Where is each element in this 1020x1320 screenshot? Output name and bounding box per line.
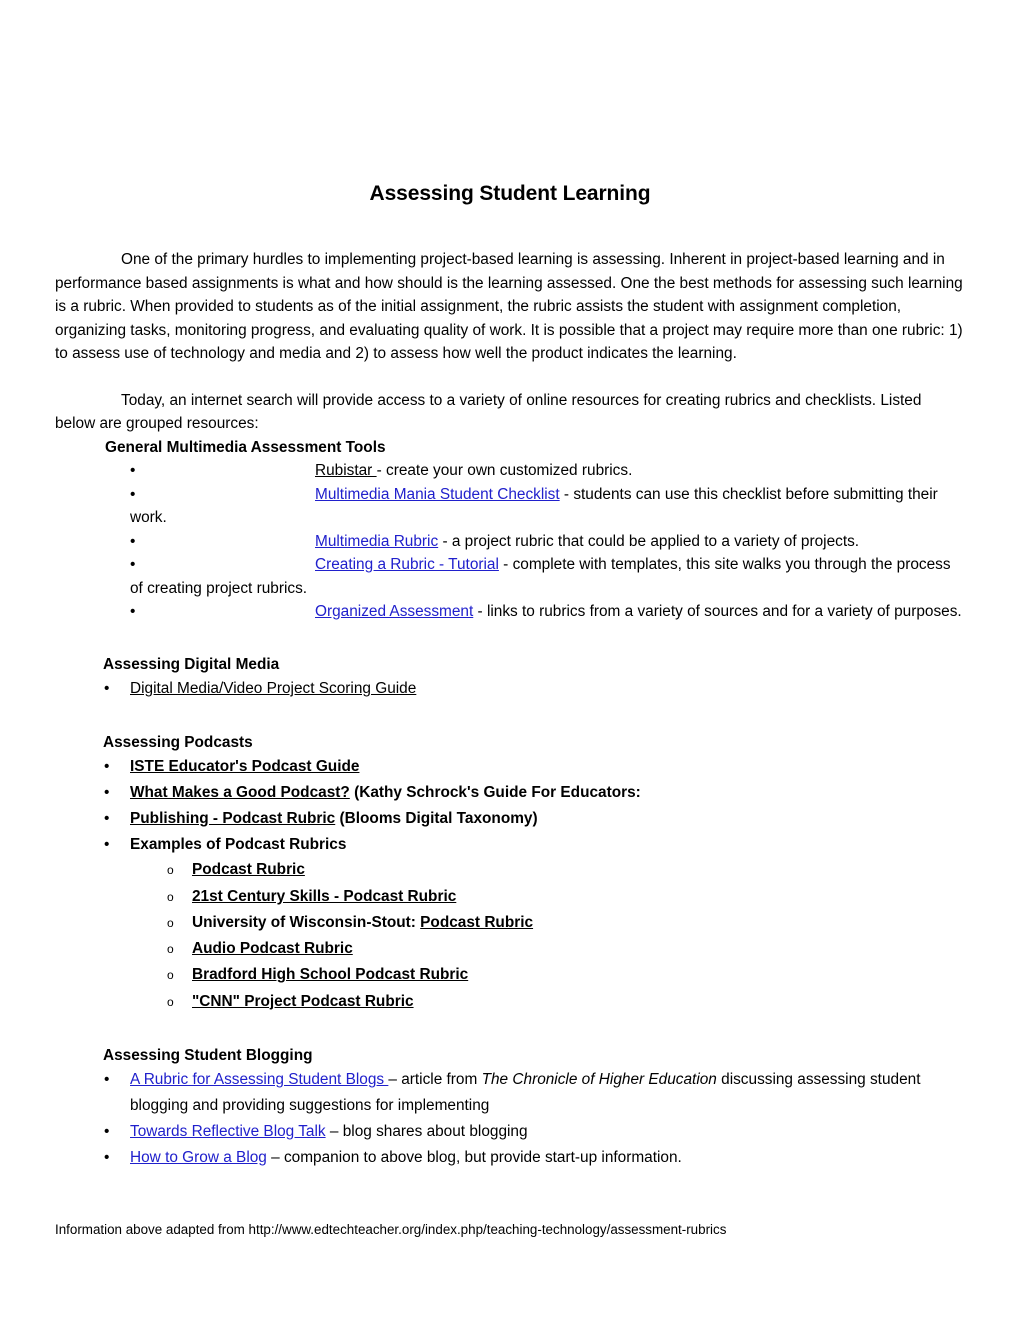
link-a-rubric-for-assessing-student-blogs[interactable]: A Rubric for Assessing Student Blogs [130,1071,388,1088]
section-heading-general-multimedia: General Multimedia Assessment Tools [105,438,386,456]
list-item: o Podcast Rubric [167,857,965,883]
list-digital-media: • Digital Media/Video Project Scoring Gu… [55,676,965,702]
list-item: o Bradford High School Podcast Rubric [167,962,965,988]
intro-paragraph-2: Today, an internet search will provide a… [55,391,922,433]
list-item: o "CNN" Project Podcast Rubric [167,989,965,1015]
link-podcast-rubric[interactable]: Podcast Rubric [192,861,305,878]
list-item-text: Organized Assessment - links to rubrics … [130,600,965,624]
sub-bullet-icon: o [167,942,174,957]
list-item: o Audio Podcast Rubric [167,936,965,962]
list-podcasts: • ISTE Educator's Podcast Guide • What M… [55,754,965,857]
bullet-icon: • [130,485,136,503]
list-student-blogging: • A Rubric for Assessing Student Blogs –… [55,1067,965,1170]
link-how-to-grow-a-blog[interactable]: How to Grow a Blog [130,1149,267,1166]
section-heading-digital-media: Assessing Digital Media [103,655,280,673]
list-item: • Towards Reflective Blog Talk – blog sh… [104,1119,965,1145]
list-item-text: Rubistar - create your own customized ru… [130,459,965,483]
list-item-description-pre: – article from [388,1071,482,1089]
document-body: One of the primary hurdles to implementi… [55,206,965,1170]
link-multimedia-mania-student-checklist[interactable]: Multimedia Mania Student Checklist [315,486,560,503]
link-towards-reflective-blog-talk[interactable]: Towards Reflective Blog Talk [130,1123,326,1140]
section-heading-student-blogging: Assessing Student Blogging [103,1046,313,1064]
list-item: • Publishing - Podcast Rubric (Blooms Di… [104,806,965,832]
list-item-description: - links to rubrics from a variety of sou… [473,603,962,620]
list-item-text: Creating a Rubric - Tutorial - complete … [130,553,965,600]
list-item: • How to Grow a Blog – companion to abov… [104,1145,965,1171]
list-item-description: (Kathy Schrock's Guide For Educators: [349,784,641,802]
list-item: • Creating a Rubric - Tutorial - complet… [130,553,965,600]
bullet-icon: • [104,1148,110,1166]
link-cnn-project-podcast-rubric[interactable]: "CNN" Project Podcast Rubric [192,993,414,1010]
list-general-multimedia: • Rubistar - create your own customized … [55,459,965,624]
link-digital-media-video-project-scoring-guide[interactable]: Digital Media/Video Project Scoring Guid… [130,680,416,697]
link-iste-educators-podcast-guide[interactable]: ISTE Educator's Podcast Guide [130,758,359,775]
link-what-makes-a-good-podcast[interactable]: What Makes a Good Podcast? [130,784,350,801]
bullet-icon: • [104,758,110,776]
link-publishing-podcast-rubric[interactable]: Publishing - Podcast Rubric [130,810,335,827]
bullet-icon: • [104,835,110,853]
list-item: • Rubistar - create your own customized … [130,459,965,483]
bullet-icon: • [104,680,110,697]
list-item-description: - create your own customized rubrics. [376,462,633,479]
link-21st-century-skills-podcast-rubric[interactable]: 21st Century Skills - Podcast Rubric [192,888,456,905]
bullet-icon: • [104,1071,110,1089]
bullet-icon: • [130,556,136,573]
source-attribution: Information above adapted from http://ww… [55,1222,727,1237]
list-item: • Digital Media/Video Project Scoring Gu… [104,676,965,702]
publication-name: The Chronicle of Higher Education [481,1071,717,1089]
list-item-text: Multimedia Mania Student Checklist - stu… [130,483,965,530]
bullet-icon: • [104,1122,110,1140]
document-page: Assessing Student Learning One of the pr… [0,0,1020,1320]
link-rubistar[interactable]: Rubistar [315,462,377,479]
list-item: o 21st Century Skills - Podcast Rubric [167,884,965,910]
sub-bullet-icon: o [167,915,174,930]
sub-bullet-icon: o [167,889,174,904]
link-label: How to Grow a Blog [130,1148,267,1166]
link-multimedia-rubric[interactable]: Multimedia Rubric [315,533,438,550]
sub-bullet-icon: o [167,994,174,1009]
list-item: • A Rubric for Assessing Student Blogs –… [104,1067,965,1119]
link-audio-podcast-rubric[interactable]: Audio Podcast Rubric [192,940,353,957]
list-podcast-rubric-examples: o Podcast Rubric o 21st Century Skills -… [55,857,965,1014]
link-bradford-high-school-podcast-rubric[interactable]: Bradford High School Podcast Rubric [192,966,468,983]
sub-bullet-icon: o [167,968,174,983]
list-item-description: – companion to above blog, but provide s… [266,1148,682,1166]
list-item: • What Makes a Good Podcast? (Kathy Schr… [104,780,965,806]
list-item: • Organized Assessment - links to rubric… [130,600,965,624]
list-item-description: - complete with templates, this site wal… [130,556,951,597]
list-item: o University of Wisconsin-Stout: Podcast… [167,910,965,936]
link-organized-assessment[interactable]: Organized Assessment [315,603,473,620]
bullet-icon: • [104,784,110,802]
list-item-prefix: University of Wisconsin-Stout: [192,913,421,931]
list-item: • Multimedia Mania Student Checklist - s… [130,483,965,530]
list-item-description: - a project rubric that could be applied… [438,532,860,550]
bullet-icon: • [104,809,110,827]
bullet-icon: • [130,462,136,479]
intro-paragraph-1: One of the primary hurdles to implementi… [55,251,963,362]
list-item-label-examples-of-podcast-rubrics: Examples of Podcast Rubrics [130,835,347,853]
link-creating-a-rubric-tutorial[interactable]: Creating a Rubric - Tutorial [315,556,499,573]
list-item-description: (Blooms Digital Taxonomy) [335,809,538,827]
list-item-description: – blog shares about blogging [325,1122,528,1140]
sub-bullet-icon: o [167,863,174,878]
list-item: • Multimedia Rubric - a project rubric t… [130,530,965,554]
list-item-text: Multimedia Rubric - a project rubric tha… [130,530,965,554]
link-uw-stout-podcast-rubric[interactable]: Podcast Rubric [420,914,533,931]
list-item: • ISTE Educator's Podcast Guide [104,754,965,780]
list-item: • Examples of Podcast Rubrics [104,832,965,858]
bullet-icon: • [130,532,136,550]
page-title: Assessing Student Learning [369,182,651,205]
bullet-icon: • [130,603,136,620]
section-heading-podcasts: Assessing Podcasts [103,733,253,751]
